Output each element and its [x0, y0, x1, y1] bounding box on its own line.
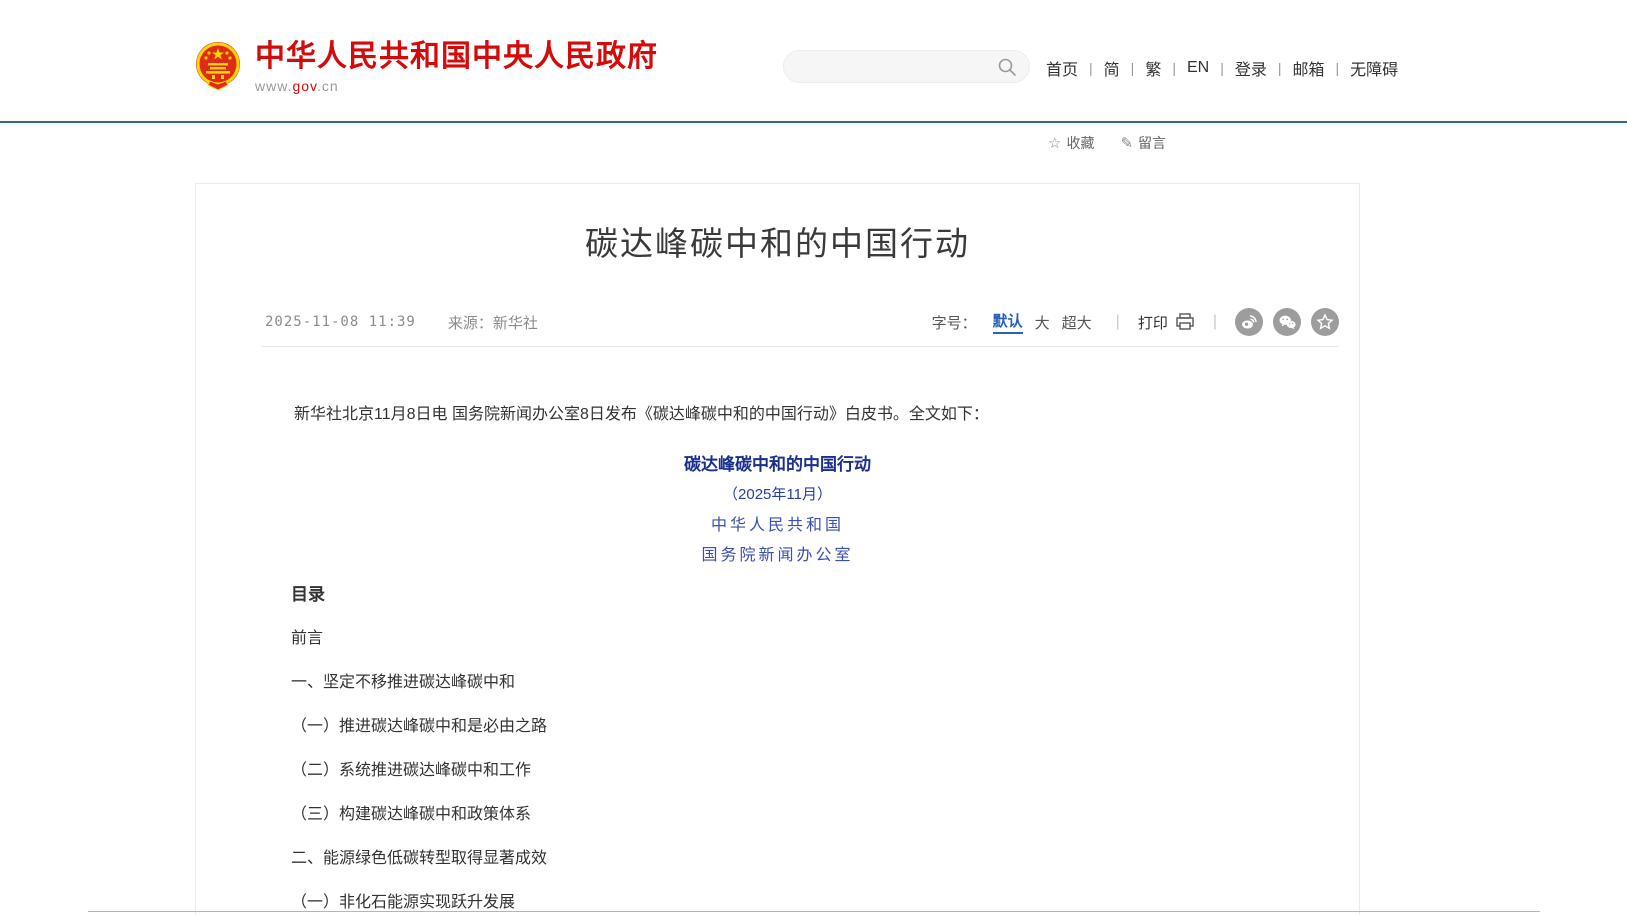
nav-divider: | — [1172, 60, 1176, 76]
document-issuer-line2: 国务院新闻办公室 — [196, 540, 1359, 570]
star-icon: ☆ — [1048, 134, 1061, 152]
toc-item-1-2: （二）系统推进碳达峰碳中和工作 — [291, 762, 1261, 779]
search-input[interactable] — [800, 59, 997, 75]
font-size-large-button[interactable]: 大 — [1035, 312, 1050, 333]
share-more-button[interactable] — [1311, 308, 1339, 336]
favorite-label: 收藏 — [1066, 133, 1094, 153]
quick-links: ☆ 收藏 ✎ 留言 — [1048, 133, 1166, 153]
nav-simplified[interactable]: 简 — [1104, 56, 1120, 80]
toc-item-1-1: （一）推进碳达峰碳中和是必由之路 — [291, 718, 1261, 735]
weibo-icon — [1240, 313, 1258, 331]
article-meta-right: 字号： 默认 大 超大 | 打印 | — [932, 308, 1339, 336]
search-box — [783, 50, 1030, 83]
nav-divider: | — [1220, 60, 1224, 76]
search-icon[interactable] — [997, 57, 1017, 77]
table-of-contents: 前言 一、坚定不移推进碳达峰碳中和 （一）推进碳达峰碳中和是必由之路 （二）系统… — [291, 630, 1261, 911]
nav-accessibility[interactable]: 无障碍 — [1350, 56, 1398, 80]
article-date: 2025-11-08 11:39 — [265, 314, 416, 330]
site-url-suffix: .cn — [317, 78, 339, 94]
printer-icon — [1175, 313, 1195, 331]
article-intro: 新华社北京11月8日电 国务院新闻办公室8日发布《碳达峰碳中和的中国行动》白皮书… — [294, 402, 1261, 428]
site-url-gov: gov — [292, 78, 317, 94]
site-title: 中华人民共和国中央人民政府 — [255, 40, 658, 74]
article-title: 碳达峰碳中和的中国行动 — [196, 222, 1359, 266]
nav-divider: | — [1089, 60, 1093, 76]
document-heading: 碳达峰碳中和的中国行动 （2025年11月） 中华人民共和国 国务院新闻办公室 — [196, 450, 1359, 570]
wechat-icon — [1278, 313, 1297, 331]
toc-item-2: 二、能源绿色低碳转型取得显著成效 — [291, 850, 1261, 867]
nav-divider: | — [1278, 60, 1282, 76]
toc-item-preface: 前言 — [291, 630, 1261, 647]
meta-separator — [261, 346, 1339, 347]
site-url: www.gov.cn — [255, 78, 658, 94]
share-icons — [1235, 308, 1339, 336]
article-source: 来源：新华社 — [448, 312, 538, 333]
site-logo[interactable]: 中华人民共和国中央人民政府 www.gov.cn — [193, 40, 658, 96]
article-meta-row: 2025-11-08 11:39 来源：新华社 字号： 默认 大 超大 | 打印… — [265, 311, 1339, 333]
nav-mail[interactable]: 邮箱 — [1293, 56, 1325, 80]
site-header: 中华人民共和国中央人民政府 www.gov.cn 首页 | 简 | 繁 | EN | 登录 | 邮箱… — [0, 0, 1627, 123]
site-url-prefix: www. — [255, 78, 292, 94]
weibo-share-button[interactable] — [1235, 308, 1263, 336]
nav-divider: | — [1131, 60, 1135, 76]
toc-item-2-1: （一）非化石能源实现跃升发展 — [291, 894, 1261, 911]
toc-title: 目录 — [291, 585, 1261, 605]
comment-label: 留言 — [1138, 133, 1166, 153]
source-label: 来源： — [448, 315, 493, 332]
article-card: 碳达峰碳中和的中国行动 2025-11-08 11:39 来源：新华社 字号： … — [195, 183, 1360, 915]
footer-top-border — [88, 911, 1540, 912]
nav-divider: | — [1336, 60, 1340, 76]
nav-login[interactable]: 登录 — [1235, 56, 1267, 80]
wechat-share-button[interactable] — [1273, 308, 1301, 336]
font-size-xlarge-button[interactable]: 超大 — [1062, 312, 1092, 333]
nav-english[interactable]: EN — [1187, 59, 1209, 77]
print-label: 打印 — [1138, 312, 1168, 333]
font-size-label: 字号： — [932, 312, 977, 333]
meta-divider: | — [1116, 313, 1120, 331]
share-star-icon — [1316, 313, 1334, 331]
comment-link[interactable]: ✎ 留言 — [1120, 133, 1166, 153]
toc-item-1: 一、坚定不移推进碳达峰碳中和 — [291, 674, 1261, 691]
document-issuer-line1: 中华人民共和国 — [196, 510, 1359, 540]
favorite-link[interactable]: ☆ 收藏 — [1048, 133, 1094, 153]
pencil-icon: ✎ — [1120, 134, 1133, 152]
font-size-default-button[interactable]: 默认 — [993, 310, 1023, 334]
toc-item-1-3: （三）构建碳达峰碳中和政策体系 — [291, 806, 1261, 823]
nav-home[interactable]: 首页 — [1046, 56, 1078, 80]
nav-traditional[interactable]: 繁 — [1145, 56, 1161, 80]
document-date-line: （2025年11月） — [196, 480, 1359, 510]
print-button[interactable]: 打印 — [1138, 312, 1195, 333]
source-value: 新华社 — [493, 315, 538, 332]
top-nav: 首页 | 简 | 繁 | EN | 登录 | 邮箱 | 无障碍 — [1046, 56, 1398, 80]
document-title: 碳达峰碳中和的中国行动 — [196, 450, 1359, 480]
national-emblem-icon — [193, 40, 243, 96]
article-meta-left: 2025-11-08 11:39 来源：新华社 — [265, 312, 538, 333]
meta-divider: | — [1213, 313, 1217, 331]
